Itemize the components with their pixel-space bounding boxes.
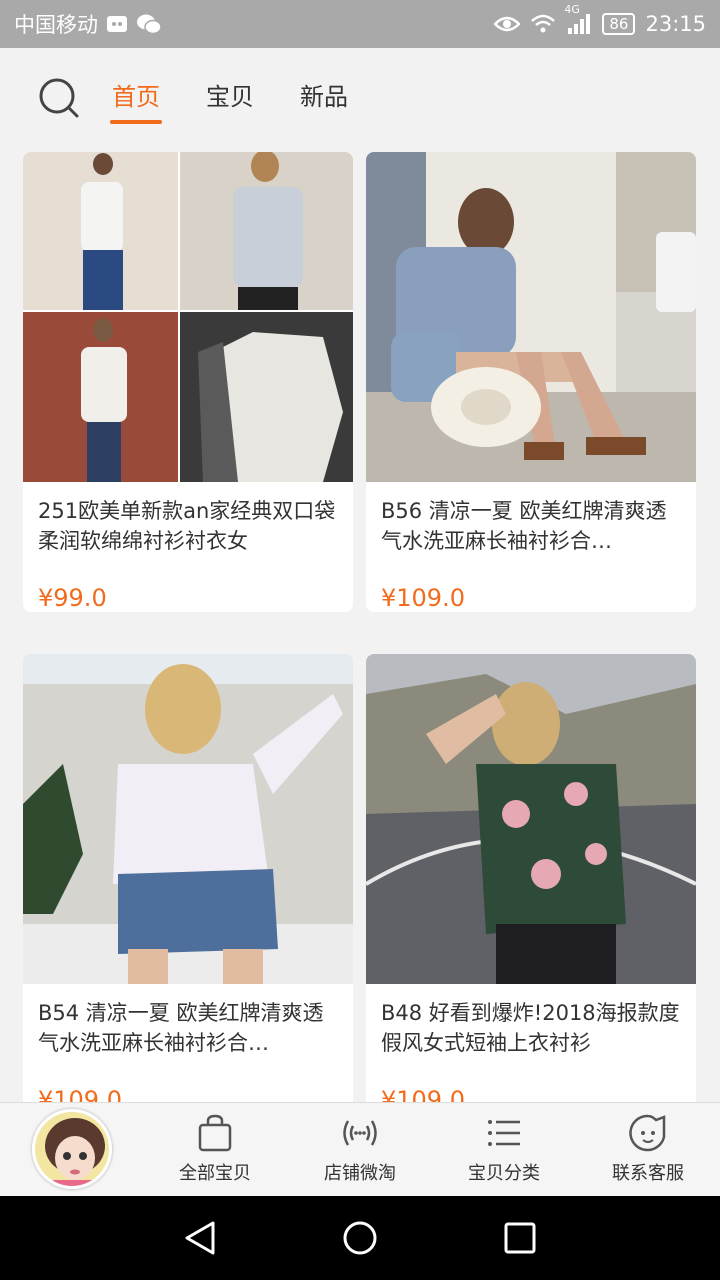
product-card[interactable]: B48 好看到爆炸!2018海报款度假风女式短袖上衣衬衫 ¥109.0	[366, 654, 696, 1102]
eye-icon	[494, 15, 521, 33]
tab-items[interactable]: 宝贝	[206, 73, 254, 124]
signal-icon: 4G	[564, 3, 592, 35]
product-card[interactable]: B54 清凉一夏 欧美红牌清爽透气水洗亚麻长袖衬衫合… ¥109.0	[23, 654, 353, 1102]
system-nav-bar	[0, 1196, 720, 1280]
back-triangle-icon	[185, 1221, 215, 1255]
search-button[interactable]	[34, 73, 84, 123]
status-bar: 中国移动 4G 86 23:15	[0, 0, 720, 48]
nav-all-items[interactable]: 全部宝贝	[155, 1113, 275, 1185]
nav-shop-feed-label: 店铺微淘	[324, 1163, 396, 1184]
product-card[interactable]: 251欧美单新款an家经典双口袋柔润软绵绵衬衫衬衣女 ¥99.0	[23, 152, 353, 612]
nav-categories[interactable]: 宝贝分类	[444, 1113, 564, 1185]
shop-avatar[interactable]	[32, 1109, 112, 1189]
product-price: ¥99.0	[38, 584, 107, 612]
recents-button[interactable]	[500, 1218, 540, 1258]
wifi-icon	[530, 13, 556, 35]
product-image[interactable]	[366, 654, 696, 984]
top-bar: 首页 宝贝 新品	[0, 48, 720, 148]
recents-square-icon	[504, 1222, 536, 1254]
product-price: ¥109.0	[38, 1086, 122, 1102]
product-title[interactable]: B56 清凉一夏 欧美红牌清爽透气水洗亚麻长袖衬衫合…	[366, 482, 696, 570]
product-price: ¥109.0	[381, 584, 465, 612]
list-icon	[488, 1120, 520, 1146]
product-image[interactable]	[23, 152, 353, 482]
app-notification-icon	[106, 14, 128, 34]
product-title[interactable]: 251欧美单新款an家经典双口袋柔润软绵绵衬衫衬衣女	[23, 482, 353, 570]
nav-shop-feed[interactable]: 店铺微淘	[300, 1113, 420, 1185]
product-card[interactable]: B56 清凉一夏 欧美红牌清爽透气水洗亚麻长袖衬衫合… ¥109.0	[366, 152, 696, 612]
product-grid: 251欧美单新款an家经典双口袋柔润软绵绵衬衫衬衣女 ¥99.0 B56 清凉一…	[0, 152, 720, 1102]
chat-face-icon	[629, 1114, 666, 1152]
bag-icon	[198, 1114, 232, 1152]
tab-home[interactable]: 首页	[110, 73, 162, 124]
back-button[interactable]	[180, 1218, 220, 1258]
broadcast-icon	[343, 1120, 377, 1146]
wechat-icon	[136, 13, 162, 35]
bottom-nav: 全部宝贝 店铺微淘 宝贝分类 联系客服	[0, 1102, 720, 1196]
nav-categories-label: 宝贝分类	[468, 1163, 540, 1184]
tab-new[interactable]: 新品	[300, 73, 348, 124]
product-image[interactable]	[366, 152, 696, 482]
product-title[interactable]: B54 清凉一夏 欧美红牌清爽透气水洗亚麻长袖衬衫合…	[23, 984, 353, 1072]
nav-customer-service-label: 联系客服	[612, 1163, 684, 1184]
product-title[interactable]: B48 好看到爆炸!2018海报款度假风女式短袖上衣衬衫	[366, 984, 696, 1072]
product-image[interactable]	[23, 654, 353, 984]
home-button[interactable]	[340, 1218, 380, 1258]
tab-bar: 首页 宝贝 新品	[110, 73, 348, 124]
network-type-label: 4G	[564, 3, 580, 16]
nav-customer-service[interactable]: 联系客服	[588, 1113, 708, 1185]
product-price: ¥109.0	[381, 1086, 465, 1102]
battery-indicator: 86	[602, 13, 636, 35]
home-circle-icon	[343, 1221, 377, 1255]
clock: 23:15	[645, 12, 706, 36]
carrier-label: 中国移动	[14, 13, 98, 37]
nav-all-items-label: 全部宝贝	[179, 1163, 251, 1184]
search-icon	[39, 78, 79, 118]
